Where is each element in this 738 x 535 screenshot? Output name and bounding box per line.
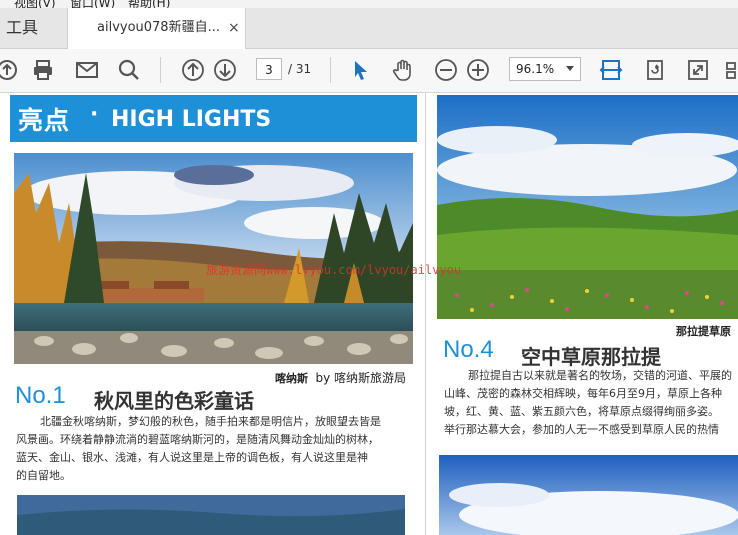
- close-tab-button[interactable]: ×: [228, 8, 240, 48]
- banner-dot: ·: [90, 102, 99, 127]
- page-up-icon[interactable]: [180, 57, 206, 83]
- highlights-banner: 亮点 · HIGH LIGHTS: [10, 95, 417, 142]
- upload-icon[interactable]: [0, 57, 20, 83]
- section-number-4: No.4: [443, 336, 494, 363]
- section-paragraph-4: 那拉提自古以来就是著名的牧场，交错的河道、平展的 山峰、茂密的森林交相辉映，每年…: [444, 369, 732, 436]
- photo2-caption: 那拉提草原: [676, 323, 731, 339]
- toolbar: [0, 49, 738, 93]
- page-gap: [425, 93, 426, 535]
- photo1-place: 喀纳斯: [275, 372, 308, 385]
- section-title-1: 秋风里的色彩童话: [94, 389, 254, 413]
- document-viewer[interactable]: 亮点 · HIGH LIGHTS 喀纳斯 by 喀纳斯旅游局 No.1 秋风里的…: [0, 93, 738, 535]
- section-title-4: 空中草原那拉提: [521, 345, 661, 369]
- fullscreen-icon[interactable]: [685, 57, 711, 83]
- toolbar-separator: [330, 57, 331, 83]
- photo1-credit: by 喀纳斯旅游局: [315, 371, 407, 385]
- select-cursor-icon[interactable]: [347, 57, 373, 83]
- print-icon[interactable]: [30, 57, 56, 83]
- hand-icon[interactable]: [390, 57, 416, 83]
- photo2-place: 那拉提草原: [676, 325, 731, 338]
- tab-tools[interactable]: 工具: [0, 8, 68, 48]
- rotate-icon[interactable]: [642, 57, 668, 83]
- document-tab-title: ailvyou078新疆自...: [97, 20, 220, 35]
- chevron-down-icon: [566, 66, 574, 71]
- page-down-icon[interactable]: [212, 57, 238, 83]
- zoom-value: 96.1%: [516, 62, 555, 76]
- more-tools-icon[interactable]: [724, 57, 738, 83]
- zoom-select[interactable]: 96.1%: [509, 57, 581, 81]
- zoom-out-icon[interactable]: [433, 57, 459, 83]
- zoom-in-icon[interactable]: [465, 57, 491, 83]
- banner-title-en: HIGH LIGHTS: [111, 107, 272, 132]
- banner-title-cn: 亮点: [18, 106, 71, 135]
- toolbar-separator: [160, 57, 161, 83]
- section-paragraph-1: 北疆金秋喀纳斯，梦幻般的秋色，随手拍来都是明信片，放眼望去皆是 风景画。环绕着静…: [16, 415, 381, 482]
- sky-photo: [439, 455, 738, 535]
- watermark-text: 旅游资源网www.lvyou.com/lvyou/ailvyou: [206, 263, 462, 277]
- search-icon[interactable]: [116, 57, 142, 83]
- menu-window[interactable]: 窗口(W): [70, 0, 115, 8]
- menu-view[interactable]: 视图(V): [14, 0, 56, 8]
- next-photo: [17, 495, 405, 535]
- photo1-caption: 喀纳斯 by 喀纳斯旅游局: [275, 369, 406, 386]
- menu-bar: 视图(V) 窗口(W) 帮助(H): [0, 0, 738, 8]
- mail-icon[interactable]: [74, 57, 100, 83]
- page-total: / 31: [288, 62, 312, 76]
- menu-help[interactable]: 帮助(H): [128, 0, 170, 8]
- fit-width-icon[interactable]: [598, 57, 624, 83]
- nalati-photo: [437, 95, 738, 319]
- tab-bar: 工具 ailvyou078新疆自... ×: [0, 8, 738, 49]
- section-number-1: No.1: [15, 382, 66, 409]
- tab-document[interactable]: ailvyou078新疆自... ×: [68, 8, 246, 49]
- page-number-input[interactable]: 3: [256, 58, 282, 80]
- kanas-photo: [14, 153, 413, 364]
